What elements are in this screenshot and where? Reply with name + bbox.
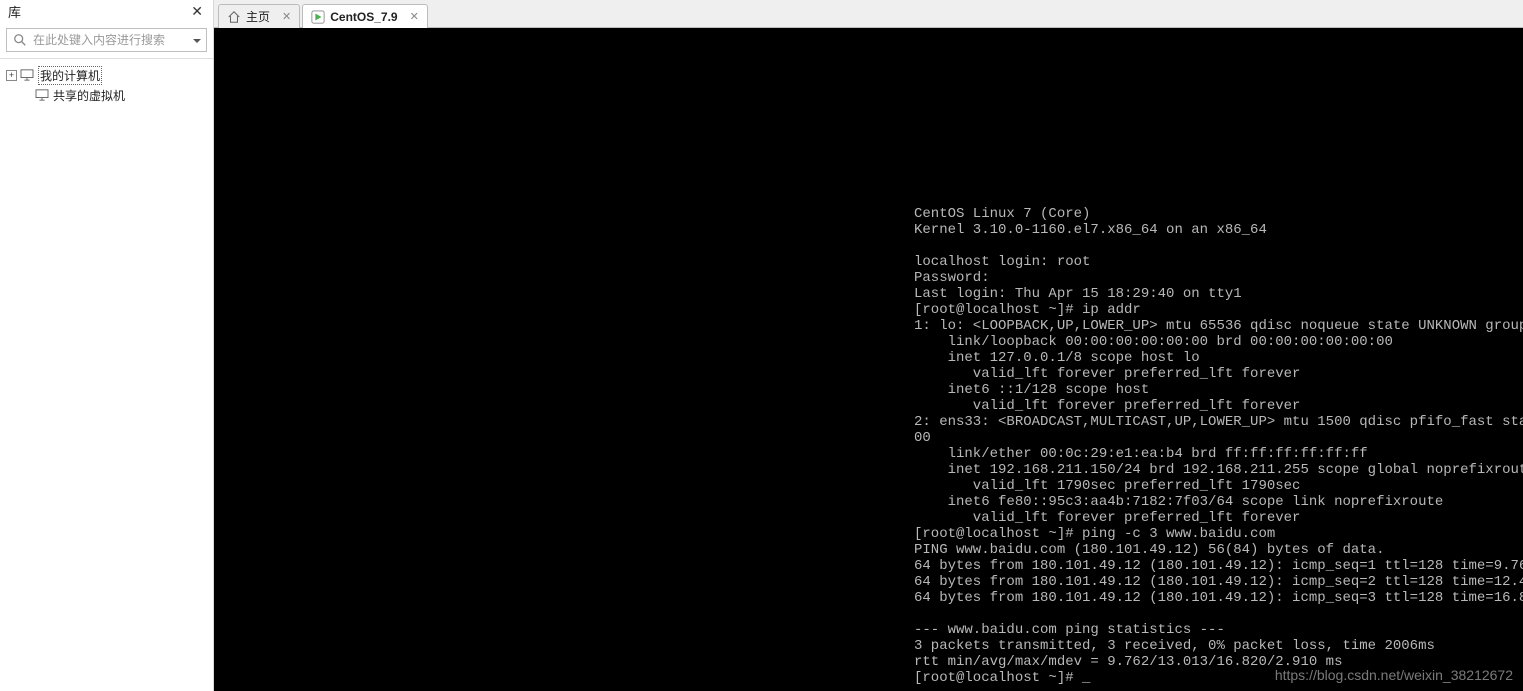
- monitor-icon: [35, 89, 49, 101]
- tab-label-centos: CentOS_7.9: [330, 10, 397, 24]
- app-root: 库 ✕ + 我的计算机: [0, 0, 1523, 691]
- tab-centos[interactable]: CentOS_7.9 ✕: [302, 4, 428, 28]
- main-area: 主页 ✕ CentOS_7.9 ✕ CentOS Linux 7 (Core) …: [214, 0, 1523, 691]
- tab-home[interactable]: 主页 ✕: [218, 4, 300, 28]
- dropdown-icon[interactable]: [192, 35, 202, 45]
- search-icon: [13, 33, 27, 47]
- tab-close-icon[interactable]: ✕: [280, 10, 293, 23]
- vm-console[interactable]: CentOS Linux 7 (Core) Kernel 3.10.0-1160…: [214, 28, 1523, 691]
- search-wrapper: [0, 24, 213, 59]
- search-box[interactable]: [6, 28, 207, 52]
- tree-label-my-computer: 我的计算机: [38, 66, 102, 85]
- tree-item-my-computer[interactable]: + 我的计算机: [4, 65, 209, 85]
- close-icon[interactable]: ✕: [187, 3, 207, 20]
- library-tree: + 我的计算机 共享的虚拟机: [0, 59, 213, 111]
- home-icon: [227, 10, 241, 24]
- sidebar-header: 库 ✕: [0, 0, 213, 24]
- tab-label-home: 主页: [246, 8, 270, 25]
- search-input[interactable]: [33, 33, 188, 47]
- tab-close-icon[interactable]: ✕: [408, 10, 421, 23]
- tree-item-shared-vms[interactable]: 共享的虚拟机: [4, 85, 209, 105]
- vm-play-icon: [311, 10, 325, 24]
- monitor-icon: [20, 69, 34, 81]
- expand-spacer: [21, 90, 32, 101]
- sidebar: 库 ✕ + 我的计算机: [0, 0, 214, 691]
- expand-icon[interactable]: +: [6, 70, 17, 81]
- sidebar-title: 库: [8, 2, 21, 21]
- tab-bar: 主页 ✕ CentOS_7.9 ✕: [214, 0, 1523, 28]
- tree-label-shared-vms: 共享的虚拟机: [53, 87, 125, 104]
